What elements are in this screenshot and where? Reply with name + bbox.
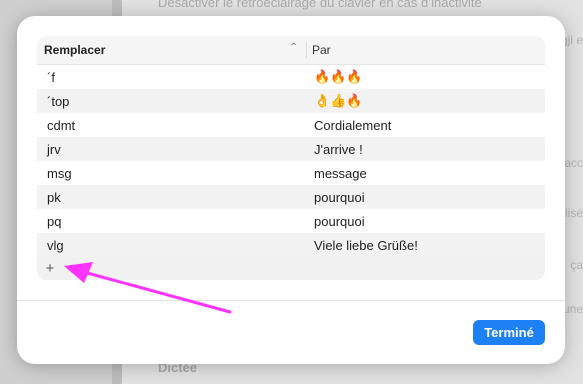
- background-right-fragment: ça: [570, 258, 583, 272]
- done-button[interactable]: Terminé: [473, 320, 545, 345]
- with-cell: pourquoi: [314, 213, 365, 229]
- replace-cell: vlg: [47, 237, 64, 253]
- with-cell: Cordialement: [314, 117, 392, 133]
- replace-cell: jrv: [47, 141, 61, 157]
- replace-cell: msg: [47, 165, 72, 181]
- table-body: ´f 🔥🔥🔥 ´top 👌👍🔥 cdmt Cordialement jrv J'…: [37, 65, 545, 257]
- replace-cell: ´top: [47, 93, 70, 109]
- plus-icon: +: [45, 260, 55, 277]
- column-header-replace[interactable]: Remplacer ⌃: [37, 42, 306, 57]
- with-cell: 🔥🔥🔥: [314, 69, 363, 84]
- chevron-up-icon: ⌃: [289, 42, 298, 53]
- replace-cell: cdmt: [47, 117, 76, 133]
- column-header-with-label: Par: [312, 43, 331, 57]
- table-row[interactable]: ´f 🔥🔥🔥: [37, 65, 545, 89]
- background-right-fragment: acc: [564, 156, 583, 170]
- table-row[interactable]: pk pourquoi: [37, 185, 545, 209]
- with-cell: 👌👍🔥: [314, 93, 363, 108]
- table-row[interactable]: pq pourquoi: [37, 209, 545, 233]
- table-header: Remplacer ⌃ Par: [37, 36, 545, 65]
- text-replacement-sheet: Remplacer ⌃ Par ´f 🔥🔥🔥 ´top 👌👍🔥 cdmt Cor…: [17, 16, 565, 364]
- table-footer: +: [37, 260, 545, 280]
- table-row[interactable]: vlg Viele liebe Grüße!: [37, 233, 545, 257]
- with-cell: pourquoi: [314, 189, 365, 205]
- table-row[interactable]: cdmt Cordialement: [37, 113, 545, 137]
- with-cell: J'arrive !: [314, 141, 363, 157]
- with-cell: message: [314, 165, 367, 181]
- background-right-fragment: lisé: [564, 206, 583, 220]
- column-header-with[interactable]: Par: [307, 43, 331, 57]
- table-row[interactable]: jrv J'arrive !: [37, 137, 545, 161]
- replace-cell: pk: [47, 189, 61, 205]
- add-replacement-button[interactable]: +: [42, 260, 58, 278]
- table-row[interactable]: msg message: [37, 161, 545, 185]
- replacements-table: Remplacer ⌃ Par ´f 🔥🔥🔥 ´top 👌👍🔥 cdmt Cor…: [37, 36, 545, 280]
- sheet-divider: [17, 300, 565, 301]
- column-header-replace-label: Remplacer: [44, 43, 106, 57]
- with-cell: Viele liebe Grüße!: [314, 237, 418, 253]
- replace-cell: pq: [47, 213, 62, 229]
- table-row[interactable]: ´top 👌👍🔥: [37, 89, 545, 113]
- replace-cell: ´f: [47, 69, 55, 85]
- background-top-text: Désactiver le rétroéclairage du clavier …: [158, 0, 482, 10]
- background-right-fragment: une: [562, 302, 583, 316]
